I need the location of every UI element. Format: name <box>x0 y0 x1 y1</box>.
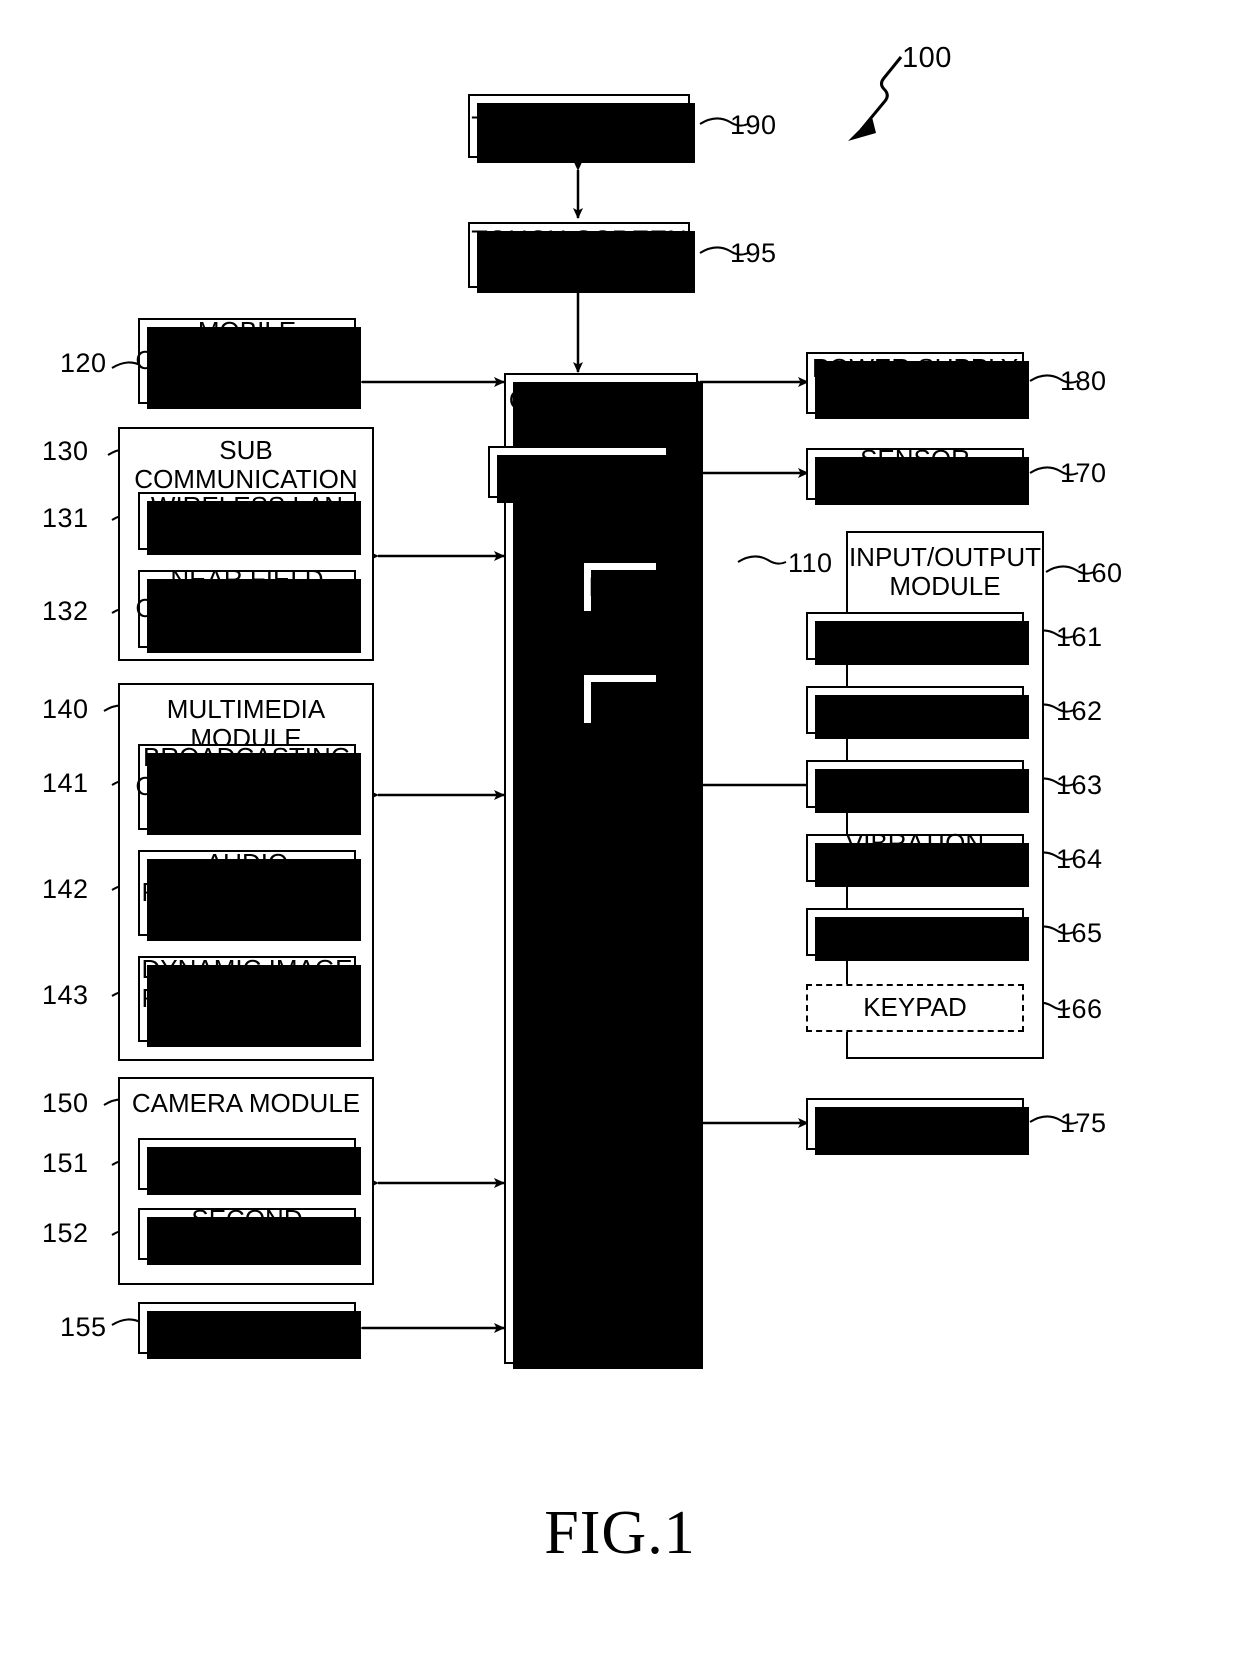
wireless-lan-module-block: WIRELESS LAN MODULE <box>138 491 361 555</box>
cpu-block: CPU <box>488 446 673 503</box>
gps-module-block: GPS MODULE <box>138 1302 361 1359</box>
ref-130: 130 <box>42 436 89 466</box>
ref-163: 163 <box>1056 770 1103 800</box>
mobile-communication-module-block: MOBILE COMMUNICATION MODULE <box>135 316 361 409</box>
connector-block: CONNECTOR <box>806 908 1029 961</box>
camera-module-label: CAMERA MODULE <box>131 1088 361 1118</box>
microphone-block: MICROPHONE <box>806 686 1029 739</box>
speaker-block: SPEAKER <box>806 760 1029 813</box>
ref-166: 166 <box>1056 994 1103 1024</box>
ref-180: 180 <box>1060 366 1107 396</box>
ref-132: 132 <box>42 596 89 626</box>
controller-block: CONTROLLER <box>504 373 703 1369</box>
ref-150: 150 <box>42 1088 89 1118</box>
input-output-module-label: INPUT/OUTPUT MODULE <box>848 542 1042 602</box>
ref-100: 100 <box>902 42 952 74</box>
ref-131: 131 <box>42 503 89 533</box>
second-camera-block: SECOND CAMERA <box>138 1204 361 1265</box>
ref-175: 175 <box>1060 1108 1107 1138</box>
ref-140: 140 <box>42 694 89 724</box>
ref-143: 143 <box>42 980 89 1010</box>
ref-141: 141 <box>42 768 89 798</box>
touch-screen-controller-block: TOUCH SCREEN CONTROLLER <box>468 222 695 293</box>
near-field-communication-module-block: NEAR FIELD COMMUNICATION MODULE <box>135 564 361 653</box>
ram-block: RAM <box>582 673 663 730</box>
ref-142: 142 <box>42 874 89 904</box>
ref-152: 152 <box>42 1218 89 1248</box>
ref-120: 120 <box>60 348 107 378</box>
ref-164: 164 <box>1056 844 1103 874</box>
ref-165: 165 <box>1056 918 1103 948</box>
power-supply-unit-block: POWER SUPPLY UNIT <box>806 352 1029 419</box>
controller-label: CONTROLLER <box>508 385 694 415</box>
ref-161: 161 <box>1056 622 1103 652</box>
ref-195: 195 <box>730 238 777 268</box>
audio-reproduction-module-block: AUDIO REPRODUCTION MODULE <box>138 849 361 941</box>
ref-155: 155 <box>60 1312 107 1342</box>
ref-113: 113 <box>628 637 673 667</box>
ref-110: 110 <box>788 548 833 578</box>
dynamic-image-reproduction-module-block: DYNAMIC IMAGE REPRODUCTION MODULE <box>138 955 361 1047</box>
patent-figure-page: 100 TOUCH SCREEN 190 TOUCH SCREEN CONTRO… <box>0 0 1240 1676</box>
ref-162: 162 <box>1056 696 1103 726</box>
ref-111: 111 <box>606 411 649 441</box>
ref-170: 170 <box>1060 458 1107 488</box>
rom-block: ROM <box>582 561 663 618</box>
broadcasting-communication-module-block: BROADCASTING COMMUNICATION MODULE <box>135 742 361 835</box>
keypad-block: KEYPAD <box>806 984 1024 1032</box>
button-block: BUTTON <box>806 612 1029 665</box>
ref-151: 151 <box>42 1148 89 1178</box>
first-camera-block: FIRST CAMERA <box>138 1138 361 1195</box>
touch-screen-block: TOUCH SCREEN <box>468 94 695 163</box>
sensor-module-block: SENSOR MODULE <box>806 444 1029 505</box>
storage-unit-block: STORAGE UNIT <box>806 1098 1029 1155</box>
vibration-motor-block: VIBRATION MOTOR <box>806 828 1029 887</box>
ref-112: 112 <box>628 525 673 555</box>
ref-190: 190 <box>730 110 777 140</box>
ref-160: 160 <box>1076 558 1123 588</box>
